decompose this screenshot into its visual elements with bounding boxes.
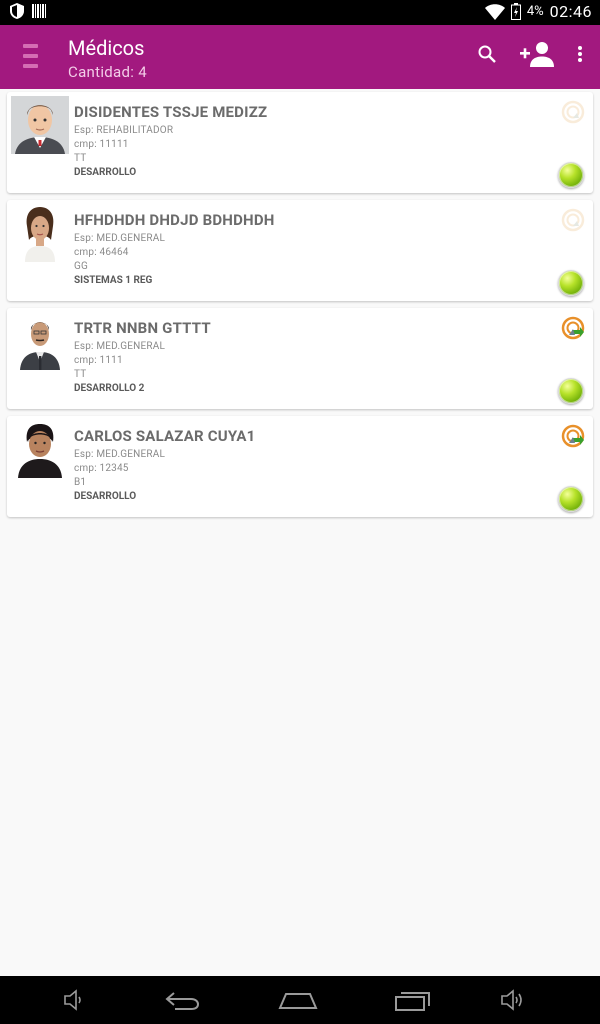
status-indicator (558, 378, 584, 404)
avatar (11, 96, 69, 154)
sync-icon[interactable] (561, 208, 585, 232)
doctor-name: CARLOS SALAZAR CUYA1 (74, 427, 256, 445)
avatar (11, 420, 69, 478)
status-indicator (558, 486, 584, 512)
doctor-count: Cantidad: 4 (68, 63, 147, 81)
doctor-code: GG (74, 261, 89, 272)
status-bar: 4% 02:46 (0, 0, 600, 25)
status-indicator (558, 162, 584, 188)
doctor-code: B1 (74, 477, 87, 488)
status-indicator (558, 270, 584, 296)
volume-down-icon[interactable] (63, 988, 85, 1012)
doctor-name: HFHDHDH DHDJD BDHDHDH (74, 211, 275, 229)
sync-icon[interactable] (561, 316, 585, 340)
app-bar: Médicos Cantidad: 4 (0, 25, 600, 89)
doctor-cmp: cmp: 46464 (74, 247, 129, 258)
doctor-specialty: Esp: MED.GENERAL (74, 341, 166, 352)
avatar (11, 312, 69, 370)
doctor-card[interactable]: CARLOS SALAZAR CUYA1 Esp: MED.GENERAL cm… (7, 416, 593, 517)
sync-icon[interactable] (561, 100, 585, 124)
doctor-specialty: Esp: REHABILITADOR (74, 125, 174, 136)
more-vert-icon (578, 46, 582, 62)
doctor-cmp: cmp: 1111 (74, 355, 123, 366)
doctor-cmp: cmp: 12345 (74, 463, 129, 474)
doctor-code: TT (74, 369, 87, 380)
page-title: Médicos (68, 36, 145, 60)
back-icon[interactable] (165, 988, 201, 1012)
doctor-department: DESARROLLO (74, 167, 137, 178)
doctor-department: DESARROLLO (74, 491, 137, 502)
volume-up-icon[interactable] (500, 988, 526, 1012)
doctor-list: DISIDENTES TSSJE MEDIZZ Esp: REHABILITAD… (7, 92, 593, 524)
add-doctor-button[interactable] (520, 41, 554, 67)
avatar (11, 204, 69, 262)
barcode-icon (32, 4, 46, 18)
doctor-card[interactable]: DISIDENTES TSSJE MEDIZZ Esp: REHABILITAD… (7, 92, 593, 193)
clock: 02:46 (549, 2, 592, 21)
doctor-specialty: Esp: MED.GENERAL (74, 449, 166, 460)
menu-icon[interactable] (23, 44, 39, 68)
doctor-card[interactable]: TRTR NNBN GTTTT Esp: MED.GENERAL cmp: 11… (7, 308, 593, 409)
shield-icon (10, 3, 24, 19)
doctor-specialty: Esp: MED.GENERAL (74, 233, 166, 244)
doctor-department: DESARROLLO 2 (74, 383, 145, 394)
doctor-card[interactable]: HFHDHDH DHDJD BDHDHDH Esp: MED.GENERAL c… (7, 200, 593, 301)
add-person-icon (520, 42, 554, 67)
navigation-bar (0, 976, 600, 1024)
home-icon[interactable] (278, 988, 318, 1012)
recent-apps-icon[interactable] (393, 988, 431, 1012)
battery-percentage: 4% (526, 4, 544, 19)
doctor-name: DISIDENTES TSSJE MEDIZZ (74, 103, 268, 121)
search-icon (478, 45, 496, 63)
doctor-name: TRTR NNBN GTTTT (74, 319, 211, 337)
search-button[interactable] (478, 45, 496, 63)
overflow-menu-button[interactable] (578, 46, 582, 62)
wifi-icon (484, 3, 505, 20)
doctor-code: TT (74, 153, 87, 164)
doctor-cmp: cmp: 11111 (74, 139, 129, 150)
sync-icon[interactable] (561, 424, 585, 448)
battery-icon (510, 3, 521, 20)
doctor-department: SISTEMAS 1 REG (74, 275, 153, 286)
